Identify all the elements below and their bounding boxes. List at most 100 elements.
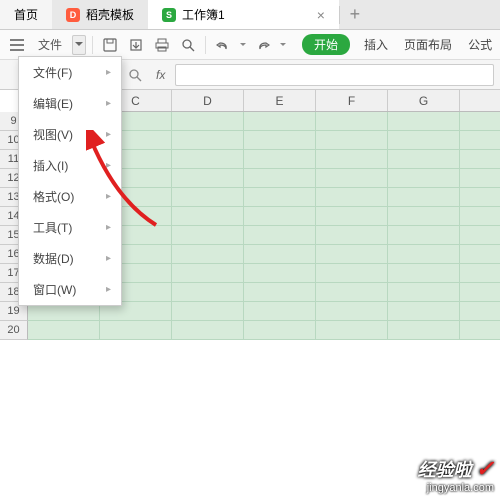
close-icon[interactable]: × [317,7,325,23]
menu-item[interactable]: 编辑(E)▸ [19,88,121,119]
undo-icon[interactable] [212,34,234,56]
new-tab-button[interactable]: + [340,0,370,29]
cell[interactable] [388,283,460,302]
cell[interactable] [244,302,316,321]
menu-item[interactable]: 格式(O)▸ [19,181,121,212]
column-header[interactable]: F [316,90,388,111]
cell[interactable] [460,207,500,226]
save-icon[interactable] [99,34,121,56]
start-button[interactable]: 开始 [302,34,350,55]
cell[interactable] [460,302,500,321]
ribbon-insert[interactable]: 插入 [364,36,388,53]
template-icon: D [66,8,80,22]
cell[interactable] [460,150,500,169]
cell[interactable] [460,169,500,188]
cell[interactable] [316,283,388,302]
cell[interactable] [172,302,244,321]
cell[interactable] [316,302,388,321]
cell[interactable] [460,226,500,245]
row-header[interactable]: 20 [0,321,28,340]
menu-item[interactable]: 文件(F)▸ [19,57,121,88]
cell[interactable] [172,188,244,207]
cell[interactable] [244,188,316,207]
find-icon[interactable] [124,64,146,86]
cell[interactable] [460,264,500,283]
cell[interactable] [316,169,388,188]
cell[interactable] [316,150,388,169]
cell[interactable] [244,321,316,340]
cell[interactable] [388,169,460,188]
file-dropdown-button[interactable] [72,35,86,55]
cell[interactable] [316,226,388,245]
cell[interactable] [388,150,460,169]
cell[interactable] [172,283,244,302]
cell[interactable] [172,226,244,245]
cell[interactable] [172,150,244,169]
redo-dropdown-icon[interactable] [278,34,288,56]
cell[interactable] [172,207,244,226]
cell[interactable] [316,245,388,264]
cell[interactable] [244,150,316,169]
cell[interactable] [172,131,244,150]
formula-input[interactable] [175,64,494,86]
cell[interactable] [244,207,316,226]
menu-item[interactable]: 视图(V)▸ [19,119,121,150]
file-button[interactable]: 文件 [32,34,68,56]
undo-dropdown-icon[interactable] [238,34,248,56]
cell[interactable] [316,131,388,150]
cell[interactable] [244,169,316,188]
tab-template[interactable]: D 稻壳模板 [52,0,148,29]
fx-label[interactable]: fx [156,68,165,82]
cell[interactable] [316,112,388,131]
output-icon[interactable] [125,34,147,56]
cell[interactable] [244,112,316,131]
cell[interactable] [244,283,316,302]
cell[interactable] [460,283,500,302]
column-header[interactable]: G [388,90,460,111]
cell[interactable] [28,321,100,340]
cell[interactable] [244,264,316,283]
column-header[interactable]: D [172,90,244,111]
menu-item[interactable]: 插入(I)▸ [19,150,121,181]
menu-item[interactable]: 数据(D)▸ [19,243,121,274]
print-icon[interactable] [151,34,173,56]
cell[interactable] [460,188,500,207]
menu-item[interactable]: 窗口(W)▸ [19,274,121,305]
cell[interactable] [388,112,460,131]
cell[interactable] [172,264,244,283]
redo-icon[interactable] [252,34,274,56]
cell[interactable] [172,112,244,131]
cell[interactable] [316,264,388,283]
cell[interactable] [460,245,500,264]
cell[interactable] [172,245,244,264]
cell[interactable] [388,207,460,226]
cell[interactable] [388,131,460,150]
cell[interactable] [316,321,388,340]
cell[interactable] [316,188,388,207]
cell[interactable] [100,321,172,340]
cell[interactable] [460,321,500,340]
preview-icon[interactable] [177,34,199,56]
tab-home[interactable]: 首页 [0,0,52,29]
menu-item[interactable]: 工具(T)▸ [19,212,121,243]
menu-icon[interactable] [6,34,28,56]
ribbon-formulas[interactable]: 公式 [468,36,492,53]
cell[interactable] [388,226,460,245]
cell[interactable] [244,245,316,264]
cell[interactable] [388,264,460,283]
cell[interactable] [388,302,460,321]
cell[interactable] [460,131,500,150]
ribbon-page-layout[interactable]: 页面布局 [404,36,452,53]
cell[interactable] [244,131,316,150]
menu-item-label: 数据(D) [33,250,74,267]
cell[interactable] [388,321,460,340]
column-header[interactable]: E [244,90,316,111]
cell[interactable] [172,321,244,340]
cell[interactable] [244,226,316,245]
cell[interactable] [460,112,500,131]
cell[interactable] [388,245,460,264]
cell[interactable] [316,207,388,226]
cell[interactable] [172,169,244,188]
tab-workbook[interactable]: S 工作簿1 × [148,0,339,29]
cell[interactable] [388,188,460,207]
